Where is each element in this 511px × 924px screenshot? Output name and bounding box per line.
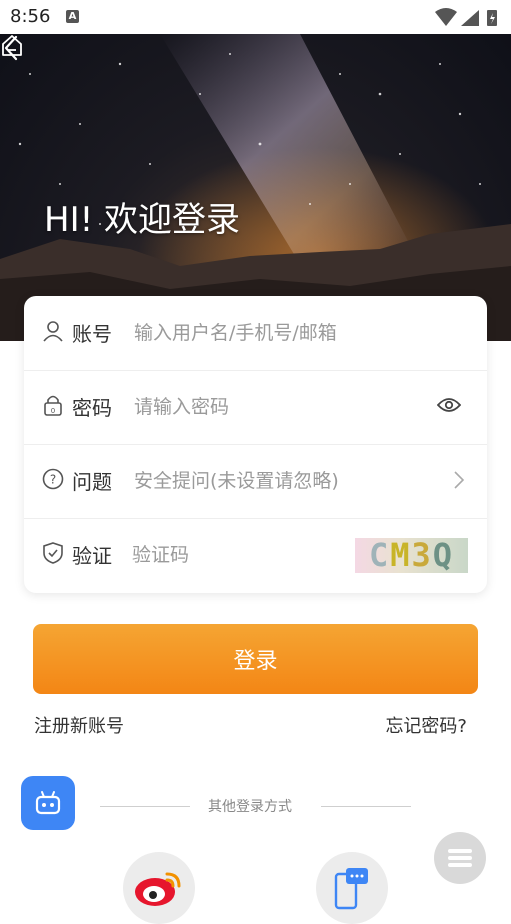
password-label: 密码 xyxy=(72,396,112,420)
a-icon: A xyxy=(66,10,79,23)
night-sky-image xyxy=(0,34,511,341)
divider-line xyxy=(100,806,190,807)
sms-icon xyxy=(334,868,368,910)
home-icon[interactable] xyxy=(0,34,24,58)
menu-icon xyxy=(448,863,472,867)
account-label: 账号 xyxy=(72,322,112,346)
question-circle-icon: ? xyxy=(42,468,64,490)
status-time: 8:56 xyxy=(10,6,51,27)
login-button[interactable]: 登录 xyxy=(33,624,478,694)
weibo-login-button[interactable] xyxy=(123,852,195,924)
hero-banner: HI! 欢迎登录 xyxy=(0,34,511,341)
weibo-icon xyxy=(135,872,181,906)
lock-icon: 0 xyxy=(44,395,62,416)
page-title: HI! 欢迎登录 xyxy=(44,200,241,240)
captcha-char: 3 xyxy=(411,536,433,574)
svg-text:?: ? xyxy=(50,473,56,487)
other-login-label: 其他登录方式 xyxy=(208,799,292,815)
account-row: 账号 xyxy=(24,296,487,371)
captcha-row: 验证 CM3Q xyxy=(24,518,487,592)
question-row[interactable]: ? 问题 xyxy=(24,444,487,519)
divider-line xyxy=(321,806,411,807)
chevron-right-icon[interactable] xyxy=(453,470,465,490)
shield-icon xyxy=(43,542,63,564)
password-input[interactable] xyxy=(132,388,426,426)
eye-icon[interactable] xyxy=(437,396,461,414)
svg-text:0: 0 xyxy=(51,407,55,415)
captcha-input[interactable] xyxy=(130,536,344,574)
signal-icon xyxy=(461,10,479,26)
login-form-card: 账号 0 密码 ? 问题 验证 CM3Q xyxy=(24,296,487,593)
captcha-char: M xyxy=(390,536,412,574)
password-row: 0 密码 xyxy=(24,370,487,445)
menu-button[interactable] xyxy=(434,832,486,884)
status-bar: 8:56 A xyxy=(0,0,511,34)
register-link[interactable]: 注册新账号 xyxy=(34,712,124,738)
status-icons xyxy=(435,8,505,32)
forgot-password-link[interactable]: 忘记密码? xyxy=(385,712,467,738)
question-label: 问题 xyxy=(72,470,112,494)
question-select[interactable] xyxy=(132,462,426,500)
sms-login-button[interactable] xyxy=(316,852,388,924)
wifi-icon xyxy=(435,8,457,26)
captcha-image[interactable]: CM3Q xyxy=(355,538,468,573)
other-login-divider: 其他登录方式 xyxy=(100,796,411,816)
robot-icon xyxy=(35,791,61,815)
captcha-char: Q xyxy=(432,536,455,574)
captcha-label: 验证 xyxy=(72,544,112,568)
menu-icon xyxy=(448,856,472,860)
user-icon xyxy=(43,321,63,342)
robot-assistant-button[interactable] xyxy=(21,776,75,830)
captcha-char: C xyxy=(368,536,391,574)
menu-icon xyxy=(448,849,472,853)
account-input[interactable] xyxy=(132,314,426,352)
